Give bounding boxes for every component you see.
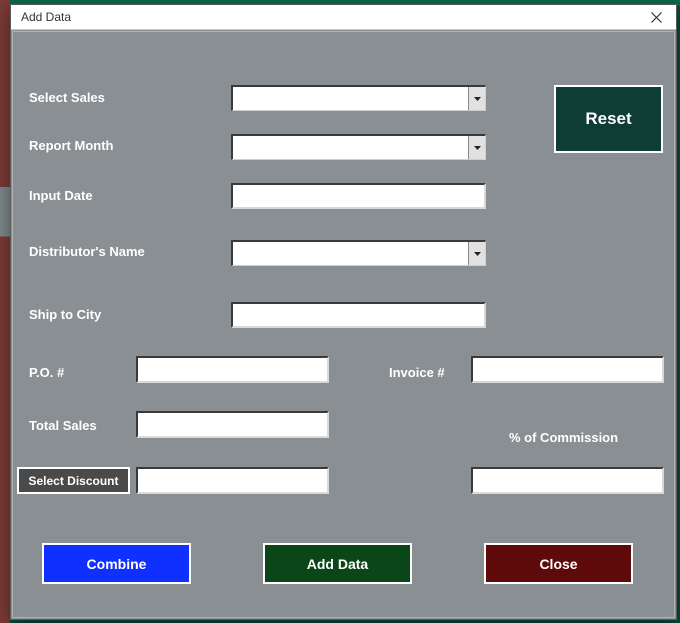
- discount-field[interactable]: [136, 467, 329, 494]
- select-discount-button[interactable]: Select Discount: [17, 467, 130, 494]
- label-ship-city: Ship to City: [29, 307, 101, 322]
- distributor-input[interactable]: [233, 242, 468, 265]
- label-input-date: Input Date: [29, 188, 93, 203]
- label-po-num: P.O. #: [29, 365, 64, 380]
- select-discount-label: Select Discount: [28, 474, 118, 488]
- add-data-dialog: Add Data Select Sales Reset Report Month: [10, 4, 677, 620]
- label-invoice-num: Invoice #: [389, 365, 445, 380]
- distributor-dropdown-button[interactable]: [468, 242, 485, 265]
- report-month-dropdown-button[interactable]: [468, 136, 485, 159]
- close-button-label: Close: [539, 556, 577, 572]
- po-num-field[interactable]: [136, 356, 329, 383]
- distributor-combo[interactable]: [231, 240, 486, 266]
- label-report-month: Report Month: [29, 138, 113, 153]
- total-sales-field[interactable]: [136, 411, 329, 438]
- combine-button-label: Combine: [87, 556, 147, 572]
- select-sales-combo[interactable]: [231, 85, 486, 111]
- invoice-num-field[interactable]: [471, 356, 664, 383]
- input-date-input[interactable]: [233, 185, 484, 207]
- po-num-input[interactable]: [138, 358, 327, 381]
- select-sales-dropdown-button[interactable]: [468, 87, 485, 110]
- discount-input[interactable]: [138, 469, 327, 492]
- titlebar-close-button[interactable]: [636, 5, 676, 30]
- close-icon: [651, 12, 662, 23]
- titlebar: Add Data: [11, 5, 676, 30]
- reset-button[interactable]: Reset: [554, 85, 663, 153]
- combine-button[interactable]: Combine: [42, 543, 191, 584]
- input-date-field[interactable]: [231, 183, 486, 209]
- background-strip: [0, 0, 10, 623]
- add-data-button-label: Add Data: [307, 556, 368, 572]
- invoice-num-input[interactable]: [473, 358, 662, 381]
- close-button[interactable]: Close: [484, 543, 633, 584]
- chevron-down-icon: [474, 146, 481, 150]
- dialog-body: Select Sales Reset Report Month Input Da…: [11, 30, 676, 619]
- dialog-title: Add Data: [11, 10, 636, 24]
- add-data-button[interactable]: Add Data: [263, 543, 412, 584]
- commission-pct-input[interactable]: [473, 469, 662, 492]
- reset-button-label: Reset: [585, 109, 631, 129]
- ship-city-input[interactable]: [233, 304, 484, 326]
- commission-pct-field[interactable]: [471, 467, 664, 494]
- total-sales-input[interactable]: [138, 413, 327, 436]
- chevron-down-icon: [474, 97, 481, 101]
- label-pct-commission: % of Commission: [509, 430, 618, 445]
- label-distributor: Distributor's Name: [29, 244, 145, 259]
- select-sales-input[interactable]: [233, 87, 468, 110]
- ship-city-field[interactable]: [231, 302, 486, 328]
- chevron-down-icon: [474, 252, 481, 256]
- label-total-sales: Total Sales: [29, 418, 97, 433]
- report-month-input[interactable]: [233, 136, 468, 159]
- label-select-sales: Select Sales: [29, 90, 105, 105]
- report-month-combo[interactable]: [231, 134, 486, 160]
